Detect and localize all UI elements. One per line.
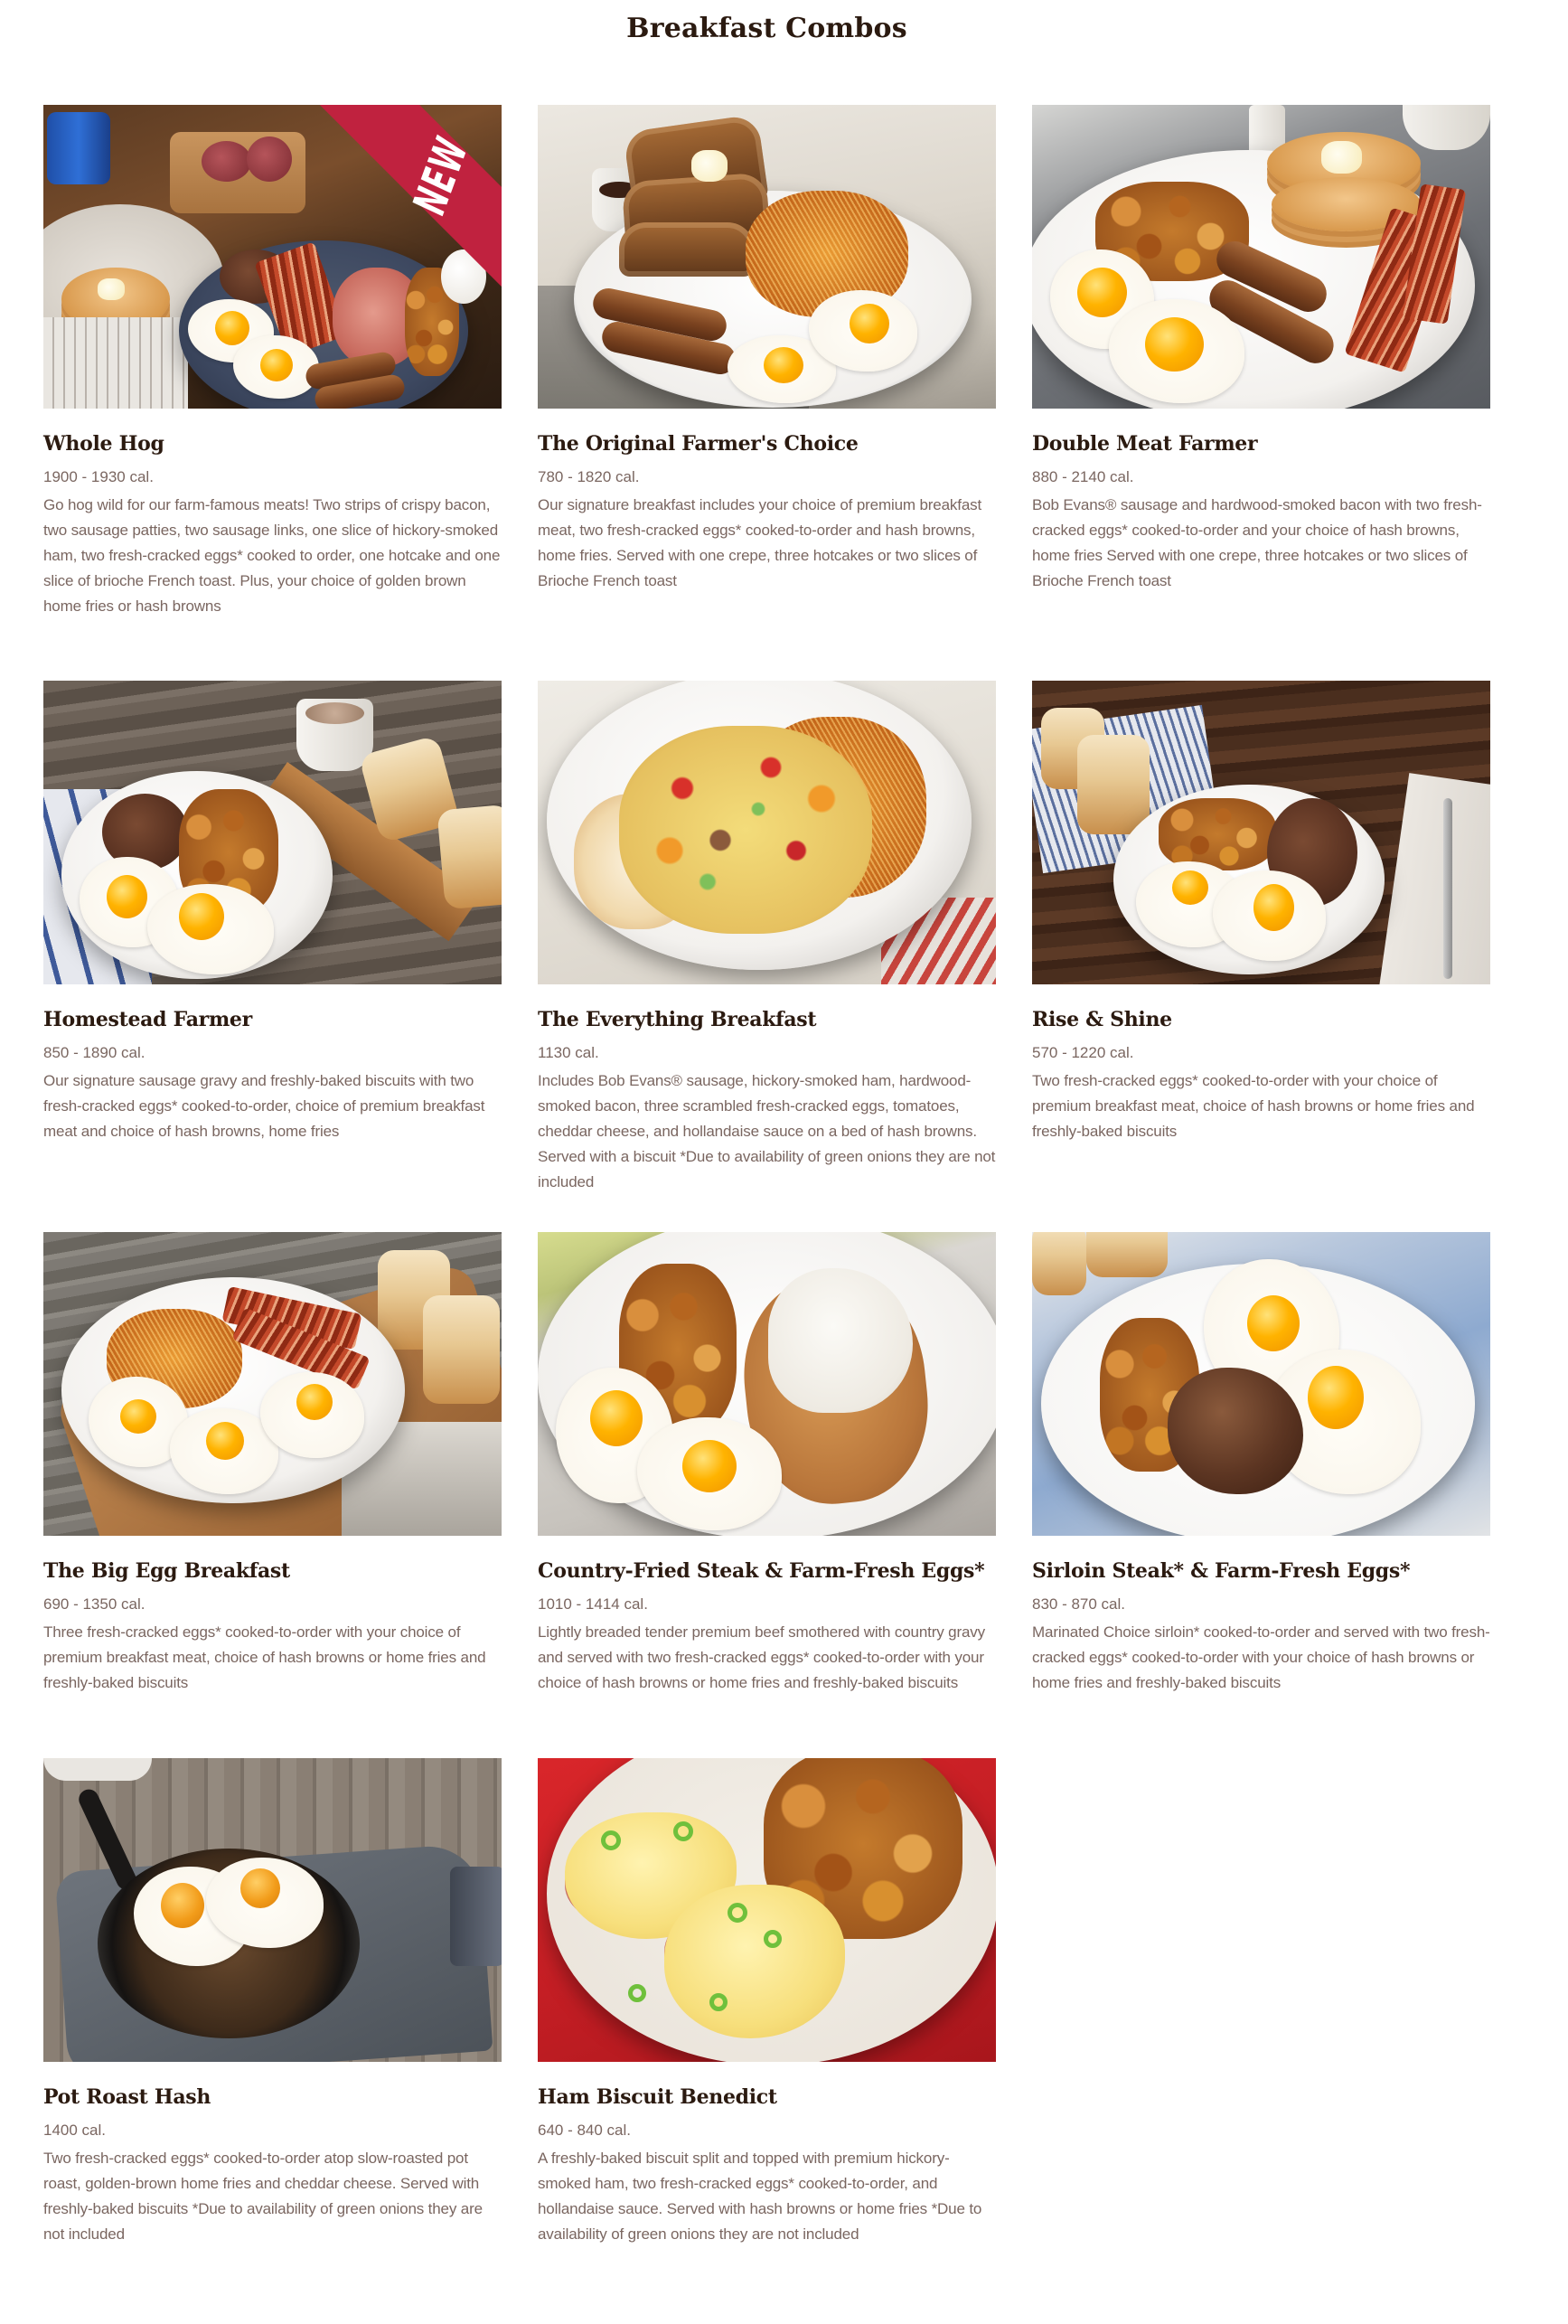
sirloin-steak-photo[interactable] bbox=[1032, 1232, 1490, 1536]
item-calories: 1130 cal. bbox=[538, 1044, 599, 1061]
new-badge-label: NEW bbox=[404, 128, 478, 224]
page-title: Breakfast Combos bbox=[626, 13, 907, 44]
item-description: Three fresh-cracked eggs* cooked-to-orde… bbox=[43, 1623, 486, 1691]
item-calories: 1900 - 1930 cal. bbox=[43, 468, 154, 485]
item-name[interactable]: The Original Farmer's Choice bbox=[538, 432, 859, 456]
item-description: Two fresh-cracked eggs* cooked-to-order … bbox=[1032, 1072, 1475, 1140]
item-name[interactable]: Whole Hog bbox=[43, 432, 164, 456]
menu-item-card[interactable]: Sirloin Steak* & Farm-Fresh Eggs* 830 - … bbox=[1032, 1232, 1490, 1691]
original-farmers-choice-photo[interactable] bbox=[538, 105, 996, 409]
item-description: A freshly-baked biscuit split and topped… bbox=[538, 2150, 982, 2243]
menu-item-card[interactable]: NEW Whole Hog 1900 - 1930 cal. Go hog wi… bbox=[43, 105, 502, 615]
item-calories: 830 - 870 cal. bbox=[1032, 1595, 1126, 1613]
menu-item-card[interactable]: Ham Biscuit Benedict 640 - 840 cal. A fr… bbox=[538, 1758, 996, 2243]
rise-and-shine-photo[interactable] bbox=[1032, 681, 1490, 984]
item-name[interactable]: Pot Roast Hash bbox=[43, 2085, 211, 2109]
item-description: Our signature sausage gravy and freshly-… bbox=[43, 1072, 485, 1140]
item-name[interactable]: Double Meat Farmer bbox=[1032, 432, 1258, 456]
item-name[interactable]: Homestead Farmer bbox=[43, 1008, 252, 1031]
menu-item-card[interactable]: Country-Fried Steak & Farm-Fresh Eggs* 1… bbox=[538, 1232, 996, 1691]
pot-roast-hash-photo[interactable] bbox=[43, 1758, 502, 2062]
item-name[interactable]: Country-Fried Steak & Farm-Fresh Eggs* bbox=[538, 1559, 985, 1583]
menu-item-card[interactable]: The Everything Breakfast 1130 cal. Inclu… bbox=[538, 681, 996, 1190]
item-calories: 850 - 1890 cal. bbox=[43, 1044, 146, 1061]
item-name[interactable]: Sirloin Steak* & Farm-Fresh Eggs* bbox=[1032, 1559, 1410, 1583]
item-description: Go hog wild for our farm-famous meats! T… bbox=[43, 496, 501, 615]
ham-biscuit-benedict-photo[interactable] bbox=[538, 1758, 996, 2062]
item-calories: 1010 - 1414 cal. bbox=[538, 1595, 648, 1613]
menu-item-card[interactable]: Homestead Farmer 850 - 1890 cal. Our sig… bbox=[43, 681, 502, 1140]
big-egg-breakfast-photo[interactable] bbox=[43, 1232, 502, 1536]
menu-item-card[interactable]: Double Meat Farmer 880 - 2140 cal. Bob E… bbox=[1032, 105, 1490, 589]
menu-item-card[interactable]: The Original Farmer's Choice 780 - 1820 … bbox=[538, 105, 996, 589]
item-name[interactable]: Ham Biscuit Benedict bbox=[538, 2085, 777, 2109]
country-fried-steak-photo[interactable] bbox=[538, 1232, 996, 1536]
item-calories: 1400 cal. bbox=[43, 2122, 106, 2139]
item-description: Two fresh-cracked eggs* cooked-to-order … bbox=[43, 2150, 483, 2243]
item-calories: 570 - 1220 cal. bbox=[1032, 1044, 1134, 1061]
item-description: Bob Evans® sausage and hardwood-smoked b… bbox=[1032, 496, 1482, 589]
item-description: Marinated Choice sirloin* cooked-to-orde… bbox=[1032, 1623, 1490, 1691]
item-description: Includes Bob Evans® sausage, hickory-smo… bbox=[538, 1072, 996, 1190]
homestead-farmer-photo[interactable] bbox=[43, 681, 502, 984]
item-name[interactable]: The Everything Breakfast bbox=[538, 1008, 817, 1031]
item-calories: 880 - 2140 cal. bbox=[1032, 468, 1134, 485]
menu-item-card[interactable]: Pot Roast Hash 1400 cal. Two fresh-crack… bbox=[43, 1758, 502, 2243]
item-calories: 780 - 1820 cal. bbox=[538, 468, 640, 485]
everything-breakfast-photo[interactable] bbox=[538, 681, 996, 984]
item-calories: 690 - 1350 cal. bbox=[43, 1595, 146, 1613]
item-description: Lightly breaded tender premium beef smot… bbox=[538, 1623, 985, 1691]
item-name[interactable]: The Big Egg Breakfast bbox=[43, 1559, 290, 1583]
item-description: Our signature breakfast includes your ch… bbox=[538, 496, 982, 589]
whole-hog-photo[interactable]: NEW bbox=[43, 105, 502, 409]
menu-item-card[interactable]: Rise & Shine 570 - 1220 cal. Two fresh-c… bbox=[1032, 681, 1490, 1140]
menu-item-card[interactable]: The Big Egg Breakfast 690 - 1350 cal. Th… bbox=[43, 1232, 502, 1691]
item-name[interactable]: Rise & Shine bbox=[1032, 1008, 1172, 1031]
double-meat-farmer-photo[interactable] bbox=[1032, 105, 1490, 409]
item-calories: 640 - 840 cal. bbox=[538, 2122, 632, 2139]
